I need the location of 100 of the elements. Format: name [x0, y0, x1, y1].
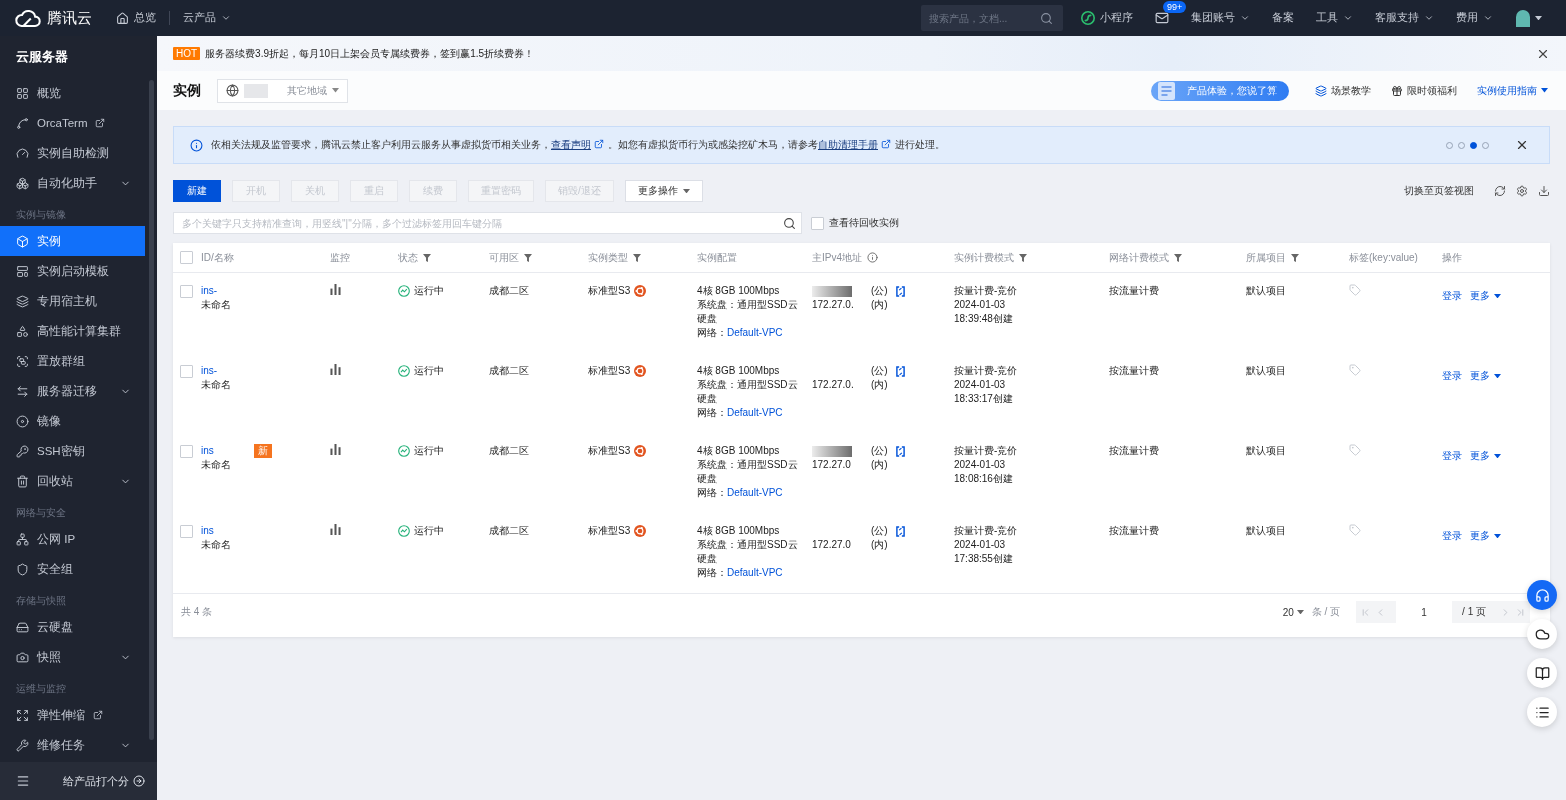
bar-chart-icon[interactable]: [330, 284, 341, 295]
action-link[interactable]: 登录: [1442, 449, 1462, 463]
download-icon[interactable]: [1538, 185, 1550, 197]
notice-link[interactable]: 查看声明: [551, 139, 591, 150]
bar-chart-icon[interactable]: [330, 364, 341, 375]
toolbar-button[interactable]: 更多操作: [624, 180, 703, 202]
spec-text: 4核 8GB 100Mbps: [697, 444, 780, 458]
headset-icon[interactable]: [1527, 580, 1557, 610]
vpc-link[interactable]: Default-VPC: [727, 567, 783, 578]
vpc-link[interactable]: Default-VPC: [727, 407, 783, 418]
vpc-link[interactable]: Default-VPC: [727, 327, 783, 338]
instance-id-link[interactable]: ins: [201, 444, 214, 458]
action-link[interactable]: 更多: [1470, 289, 1501, 303]
sidebar-item[interactable]: 安全组: [0, 554, 145, 584]
header-link[interactable]: 场景教学: [1315, 83, 1371, 98]
header-link[interactable]: 实例使用指南: [1477, 83, 1548, 98]
menu-link[interactable]: 客服支持: [1375, 11, 1434, 25]
instance-id-link[interactable]: ins: [201, 524, 214, 538]
sidebar-item[interactable]: 回收站: [0, 466, 145, 496]
menu-link[interactable]: 集团账号: [1191, 11, 1250, 25]
action-link[interactable]: 登录: [1442, 529, 1462, 543]
brackets-icon[interactable]: [895, 525, 905, 537]
settings-icon[interactable]: [1516, 185, 1528, 197]
disk-text: 系统盘：通用型SSD云硬盘: [697, 378, 799, 406]
checkbox[interactable]: [811, 216, 824, 230]
status-text: 运行中: [414, 444, 444, 458]
cloud-icon[interactable]: [1527, 619, 1557, 649]
page-size-select[interactable]: 20: [1282, 606, 1304, 618]
filter-search-field[interactable]: 多个关键字只支持精准查询，用竖线"|"分隔，多个过滤标签用回车键分隔: [173, 212, 802, 234]
page-input[interactable]: 1: [1396, 601, 1453, 623]
action-link[interactable]: 登录: [1442, 369, 1462, 383]
instance-id-link[interactable]: ins-: [201, 284, 218, 298]
cloud-logo-icon: [15, 8, 41, 28]
filter-icon[interactable]: [524, 253, 532, 262]
sidebar-item[interactable]: 实例自助检测: [0, 138, 145, 168]
row-checkbox[interactable]: [180, 285, 193, 298]
filter-icon[interactable]: [633, 253, 641, 262]
brackets-icon[interactable]: [895, 285, 905, 297]
sidebar-item[interactable]: 专用宿主机: [0, 286, 145, 316]
caret-icon: [1296, 609, 1304, 615]
created-date: 2024-01-03: [954, 538, 1006, 552]
search-icon[interactable]: [783, 216, 796, 230]
filter-icon[interactable]: [1174, 253, 1182, 262]
refresh-icon[interactable]: [1494, 185, 1506, 197]
book-icon[interactable]: [1527, 658, 1557, 688]
nav-link[interactable]: 总览: [116, 11, 156, 25]
vpc-link[interactable]: Default-VPC: [727, 487, 783, 498]
row-checkbox[interactable]: [180, 365, 193, 378]
sidebar-item[interactable]: 置放群组: [0, 346, 145, 376]
menu-link[interactable]: 工具: [1316, 11, 1353, 25]
status-icon: [398, 445, 410, 457]
scrollbar[interactable]: [148, 80, 154, 740]
brackets-icon[interactable]: [895, 445, 905, 457]
column-header: 监控: [330, 250, 350, 265]
disk-text: 系统盘：通用型SSD云硬盘: [697, 538, 799, 566]
caret-icon: [1494, 533, 1501, 539]
instance-id-link[interactable]: ins-: [201, 364, 218, 378]
bar-chart-icon[interactable]: [330, 444, 341, 455]
action-link[interactable]: 更多: [1470, 529, 1501, 543]
sidebar-item[interactable]: 实例启动模板: [0, 256, 145, 286]
sidebar-item[interactable]: 镜像: [0, 406, 145, 436]
mail-icon[interactable]: [1155, 11, 1169, 25]
sidebar-item[interactable]: 自动化助手: [0, 168, 145, 198]
region-select[interactable]: 其它地域: [217, 78, 348, 103]
select-all-checkbox[interactable]: [180, 251, 193, 264]
sidebar-item[interactable]: 实例: [0, 226, 145, 256]
filter-icon[interactable]: [1019, 253, 1027, 262]
row-checkbox[interactable]: [180, 525, 193, 538]
view-switch-link[interactable]: 切换至页签视图: [1404, 184, 1474, 198]
list-icon[interactable]: [1527, 697, 1557, 727]
menu-icon[interactable]: [16, 774, 30, 788]
sidebar-item[interactable]: 公网 IP: [0, 524, 145, 554]
filter-icon[interactable]: [423, 253, 431, 262]
avatar-icon[interactable]: [1515, 9, 1531, 27]
action-link[interactable]: 登录: [1442, 289, 1462, 303]
sidebar-item[interactable]: OrcaTerm: [0, 108, 145, 138]
sidebar-item[interactable]: 概览: [0, 78, 145, 108]
row-checkbox[interactable]: [180, 445, 193, 458]
menu-link[interactable]: 费用: [1456, 11, 1493, 25]
carousel-dot[interactable]: [1470, 141, 1477, 149]
action-link[interactable]: 更多: [1470, 369, 1501, 383]
action-link[interactable]: 更多: [1470, 449, 1501, 463]
bar-chart-icon[interactable]: [330, 524, 341, 535]
close-icon[interactable]: [1515, 138, 1529, 152]
header-link[interactable]: 限时领福利: [1391, 83, 1457, 98]
sidebar-item[interactable]: 云硬盘: [0, 612, 145, 642]
sidebar-item[interactable]: 高性能计算集群: [0, 316, 145, 346]
search-icon[interactable]: [1040, 11, 1053, 25]
brackets-icon[interactable]: [895, 365, 905, 377]
menu-link[interactable]: 备案: [1272, 11, 1294, 25]
sidebar-item[interactable]: 快照: [0, 642, 145, 672]
sidebar-item[interactable]: SSH密钥: [0, 436, 145, 466]
sidebar-item[interactable]: 弹性伸缩: [0, 700, 145, 730]
sidebar-item[interactable]: 服务器迁移: [0, 376, 145, 406]
toolbar-button[interactable]: 新建: [173, 180, 221, 202]
mini-program-link[interactable]: 小程序: [1081, 11, 1133, 25]
nav-link[interactable]: 云产品: [183, 11, 231, 25]
filter-icon[interactable]: [1291, 253, 1299, 262]
notice-link[interactable]: 自助清理手册: [818, 139, 878, 150]
sidebar-item[interactable]: 维修任务: [0, 730, 145, 760]
